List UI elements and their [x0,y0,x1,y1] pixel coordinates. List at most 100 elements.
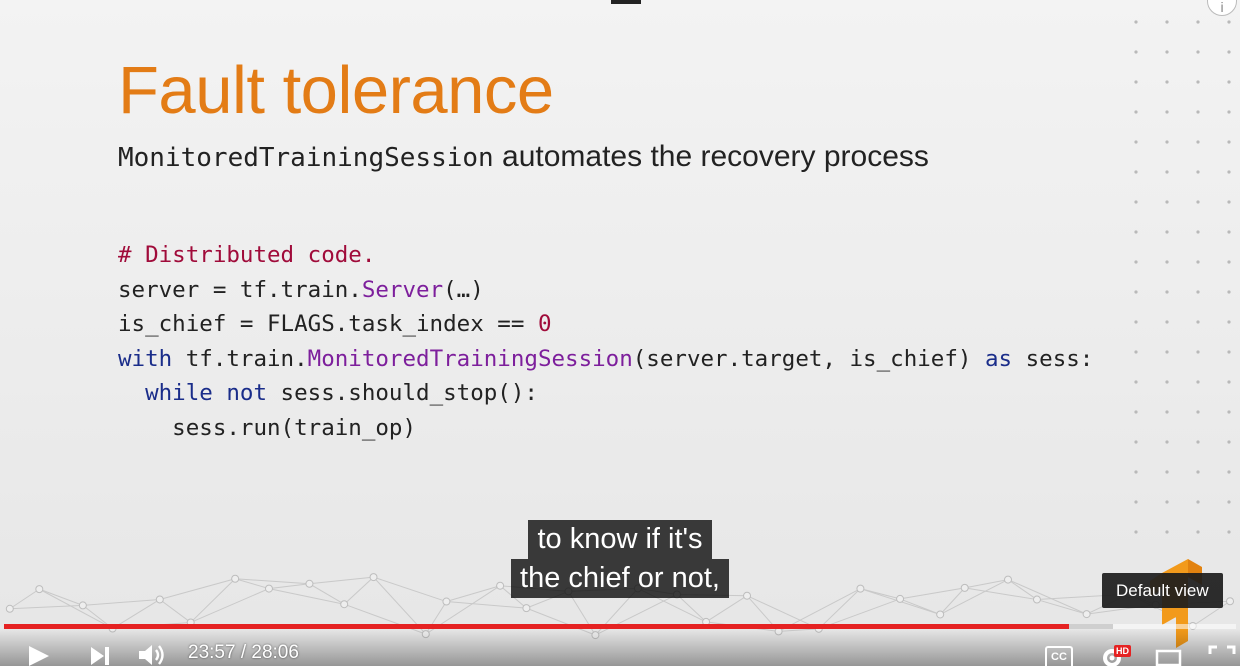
background-network-line [159,599,191,623]
code-comment: # Distributed code. [118,242,376,268]
background-dot [1165,290,1169,294]
background-dot [1165,200,1169,204]
code-text: server = tf.train. [118,276,362,303]
captions-icon[interactable]: CC [1045,646,1073,666]
background-dot [1227,20,1231,24]
background-dot [1165,260,1169,264]
code-line: with tf.train.MonitoredTrainingSession(s… [118,342,1093,377]
background-network-node [936,610,945,619]
play-icon[interactable] [27,645,51,666]
background-dot [1227,290,1231,294]
background-dot [1196,110,1200,114]
background-dot [1227,500,1231,504]
background-dot [1227,50,1231,54]
background-network-line [1036,599,1087,615]
background-dot [1165,50,1169,54]
background-dot [1227,110,1231,114]
code-line: # Distributed code. [118,238,1093,273]
background-dot [1165,500,1169,504]
background-dot [1227,170,1231,174]
background-network-node [522,604,531,613]
background-dot [1227,230,1231,234]
background-network-line [82,598,160,606]
code-call: MonitoredTrainingSession [307,345,633,372]
caption-line: the chief or not, [511,559,729,598]
code-keyword: as [984,345,1013,372]
background-dot [1134,110,1138,114]
captions-overlay: to know if it's the chief or not, [0,520,1240,598]
background-dot [1227,410,1231,414]
background-dot [1134,290,1138,294]
hd-badge: HD [1114,645,1131,657]
background-dot [1196,410,1200,414]
duration: 28:06 [251,642,299,663]
subtitle-code: MonitoredTrainingSession [118,143,494,173]
background-dot [1134,350,1138,354]
background-dot [1165,110,1169,114]
background-dot [1227,380,1231,384]
background-dot [1134,170,1138,174]
background-dot [1134,260,1138,264]
background-dot [1196,230,1200,234]
background-dot [1227,80,1231,84]
background-dot [1196,380,1200,384]
background-dot [1134,80,1138,84]
video-player[interactable]: i Fault tolerance MonitoredTrainingSessi… [0,0,1240,666]
volume-icon[interactable] [138,644,168,666]
next-icon[interactable] [89,646,111,666]
background-dot [1134,320,1138,324]
background-network-node [340,600,349,609]
background-dot [1165,350,1169,354]
code-line: while not sess.should_stop(): [118,376,1093,411]
time-separator: / [235,642,252,663]
captions-label: CC [1051,651,1067,663]
background-dot [1227,200,1231,204]
background-dot [1196,260,1200,264]
background-dot [1227,470,1231,474]
background-dot [1227,320,1231,324]
background-network-node [78,601,87,610]
code-text: sess.run(train_op) [118,414,417,441]
code-number: 0 [537,311,552,338]
code-text: is_chief = FLAGS.task_index == [118,311,538,338]
background-dot [1196,350,1200,354]
background-dot [1134,230,1138,234]
background-network-line [899,598,941,615]
background-dot [1134,140,1138,144]
background-dot [1134,410,1138,414]
code-keyword: with [118,345,173,372]
fullscreen-icon[interactable] [1208,645,1236,666]
code-line: server = tf.train.Server(…) [118,273,1093,308]
background-dot [1134,20,1138,24]
code-call: Server [361,276,444,303]
code-text: (…) [443,276,484,303]
background-dot [1134,200,1138,204]
caption-line: to know if it's [528,520,712,559]
code-block: # Distributed code. server = tf.train.Se… [118,238,1093,446]
background-dot [1227,260,1231,264]
background-dot [1165,410,1169,414]
code-line: sess.run(train_op) [118,411,1093,446]
background-dot [1227,440,1231,444]
current-time: 23:57 [188,642,236,663]
code-text: tf.train. [172,345,308,372]
background-dot [1196,50,1200,54]
code-line: is_chief = FLAGS.task_index == 0 [118,307,1093,342]
background-dot [1165,170,1169,174]
time-display: 23:57 / 28:06 [188,642,299,664]
background-dot [1165,320,1169,324]
subtitle-text: automates the recovery process [493,140,929,173]
background-dot [1196,290,1200,294]
theater-mode-icon[interactable] [1155,648,1182,666]
background-dot [1196,320,1200,324]
background-dot [1134,470,1138,474]
background-dot [1165,230,1169,234]
top-indicator [611,0,641,4]
background-dot [1196,20,1200,24]
background-network-line [705,595,748,623]
background-network-line [446,601,527,609]
code-keyword: while [145,380,213,407]
background-dot [1134,380,1138,384]
code-keyword: not [226,380,268,407]
